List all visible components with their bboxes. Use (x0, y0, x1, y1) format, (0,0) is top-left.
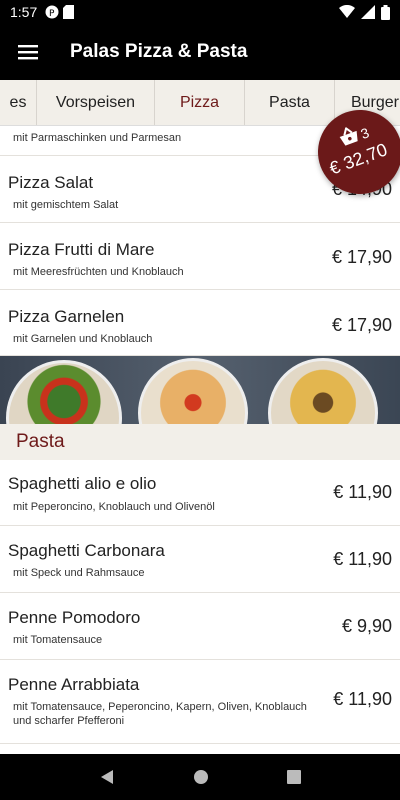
tab-previous[interactable]: es (0, 80, 37, 125)
list-item[interactable]: Pizza Frutti di Mare mit Meeresfrüchten … (0, 223, 400, 290)
item-description: mit Parmaschinken und Parmesan (13, 132, 182, 144)
list-item[interactable]: Spaghetti alio e olio mit Peperoncino, K… (0, 460, 400, 526)
section-title: Pasta (16, 431, 65, 452)
item-name: Spaghetti alio e olio (8, 474, 157, 493)
svg-text:P: P (49, 9, 55, 19)
list-item[interactable]: Penne Pomodoro mit Tomatensauce € 9,90 (0, 593, 400, 660)
item-description: mit Meeresfrüchten und Knoblauch (13, 266, 184, 278)
plate-image (138, 358, 248, 424)
item-price: € 9,90 (341, 616, 392, 636)
battery-icon (381, 4, 390, 20)
pasta-photo-banner (0, 356, 400, 424)
item-name: Penne Arrabbiata (8, 675, 140, 694)
item-name: Pizza Frutti di Mare (8, 240, 155, 259)
shopping-basket-icon (339, 126, 358, 146)
list-footer-spacer (0, 744, 400, 754)
back-icon[interactable] (99, 769, 115, 785)
item-description: mit Speck und Rahmsauce (13, 567, 145, 579)
status-bar: 1:57 P (0, 0, 400, 24)
item-price: € 11,90 (333, 482, 392, 502)
item-name: Spaghetti Carbonara (8, 541, 165, 560)
plate-image (268, 358, 378, 424)
item-description: mit Peperoncino, Knoblauch und Olivenöl (13, 501, 215, 513)
item-description: mit Garnelen und Knoblauch (13, 333, 153, 345)
list-item[interactable]: Penne Arrabbiata mit Tomatensauce, Peper… (0, 660, 400, 744)
item-name: Pizza Salat (8, 173, 94, 192)
recents-icon[interactable] (287, 770, 301, 784)
item-description: mit Tomatensauce, Peperoncino, Kapern, O… (13, 701, 307, 727)
list-item[interactable]: Pizza Garnelen mit Garnelen und Knoblauc… (0, 290, 400, 356)
cart-total: € 32,70 (326, 139, 390, 179)
item-price: € 11,90 (333, 549, 392, 569)
tab-pizza[interactable]: Pizza (155, 80, 245, 125)
list-item[interactable]: Spaghetti Carbonara mit Speck und Rahmsa… (0, 526, 400, 593)
menu-button[interactable] (0, 24, 56, 80)
app-notification-icon: P (45, 5, 59, 19)
system-nav-bar (0, 754, 400, 800)
section-header-pasta: Pasta (0, 424, 400, 460)
app-title: Palas Pizza & Pasta (70, 41, 248, 62)
item-description: mit Tomatensauce (13, 634, 103, 646)
plate-image (6, 360, 122, 424)
home-icon[interactable] (193, 769, 209, 785)
item-description: mit gemischtem Salat (13, 199, 119, 211)
item-price: € 17,90 (331, 247, 392, 267)
hamburger-menu-icon (18, 45, 38, 60)
menu-list[interactable]: mit Parmaschinken und Parmesan Pizza Sal… (0, 126, 400, 754)
tab-vorspeisen[interactable]: Vorspeisen (37, 80, 155, 125)
item-name: Penne Pomodoro (8, 608, 141, 627)
item-price: € 11,90 (333, 689, 392, 709)
sd-card-icon (63, 5, 75, 19)
signal-icon (361, 5, 375, 19)
status-time: 1:57 (10, 4, 38, 20)
wifi-icon (339, 5, 355, 18)
item-name: Pizza Garnelen (8, 307, 125, 326)
app-bar: Palas Pizza & Pasta (0, 24, 400, 80)
item-price: € 17,90 (331, 315, 392, 335)
tab-pasta[interactable]: Pasta (245, 80, 335, 125)
